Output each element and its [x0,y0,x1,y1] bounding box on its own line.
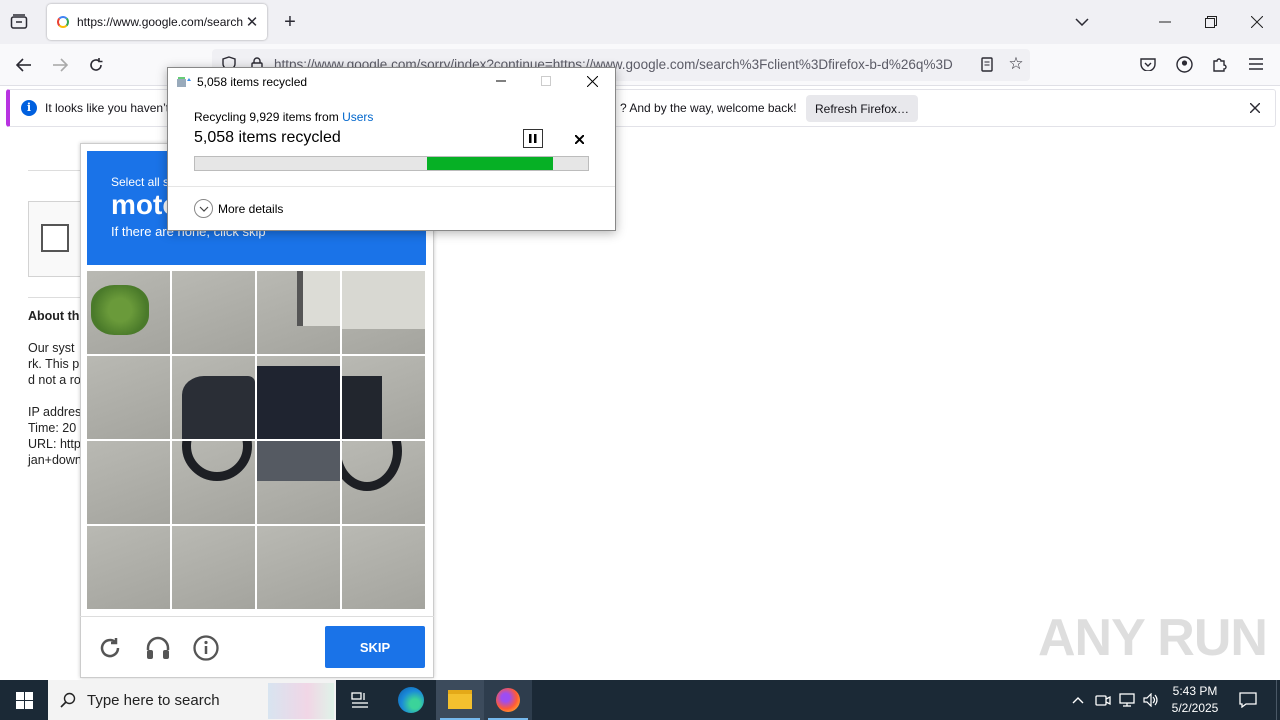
divider [28,170,88,171]
firefox-icon [496,688,520,712]
search-placeholder: Type here to search [87,691,220,709]
recycle-bin-icon [176,75,192,88]
close-notification-icon[interactable] [1246,99,1264,117]
captcha-tile[interactable] [172,441,255,524]
notification-text-right: ? And by the way, welcome back! [620,101,797,115]
dialog-minimize-icon[interactable] [492,73,510,89]
meta-line: IP addres [28,405,82,419]
captcha-tile[interactable] [342,271,425,354]
task-view-icon[interactable] [349,690,371,710]
notification-text-left: It looks like you haven’t [45,101,170,115]
captcha-image-grid [87,271,425,609]
divider [28,297,88,298]
account-icon[interactable] [1174,54,1194,74]
show-desktop-button[interactable] [1276,680,1280,720]
bookmark-star-icon[interactable]: ☆ [1006,54,1026,74]
recycle-progress-bar [194,156,589,171]
menu-hamburger-icon[interactable] [1246,54,1266,74]
volume-icon[interactable] [1142,691,1160,709]
meta-line: URL: http [28,437,81,451]
captcha-tile[interactable] [172,526,255,609]
edge-browser-icon[interactable] [398,687,424,713]
close-tab-icon[interactable]: ✕ [245,13,259,31]
new-tab-icon[interactable]: + [280,11,300,33]
body-line: rk. This p [28,357,80,371]
network-icon[interactable] [1118,691,1136,709]
users-folder-link[interactable]: Users [342,110,373,124]
reload-icon[interactable] [86,55,106,75]
restore-window-icon[interactable] [1201,12,1221,32]
captcha-tile[interactable] [172,271,255,354]
chevron-down-icon[interactable] [194,199,213,218]
clock-time: 5:43 PM [1172,684,1218,698]
dialog-title: 5,058 items recycled [197,75,308,89]
audio-challenge-icon[interactable] [144,634,172,662]
captcha-tile[interactable] [257,526,340,609]
captcha-tile[interactable] [342,441,425,524]
forward-icon[interactable] [50,55,70,75]
meta-line: Time: 20 [28,421,77,435]
reload-challenge-icon[interactable] [96,634,124,662]
cancel-icon[interactable] [571,131,587,147]
captcha-tile[interactable] [87,441,170,524]
clock-date: 5/2/2025 [1171,701,1219,715]
body-line: d not a ro [28,373,81,387]
search-icon [60,692,76,708]
dialog-close-icon[interactable] [583,73,601,89]
firefox-taskbar-item[interactable] [484,680,532,720]
list-tabs-chevron-icon[interactable] [1072,12,1092,32]
help-info-icon[interactable] [192,634,220,662]
system-clock[interactable]: 5:43 PM 5/2/2025 [1160,683,1230,717]
tab-title: https://www.google.com/search [77,15,244,29]
refresh-firefox-button[interactable]: Refresh Firefox… [806,95,918,122]
show-hidden-icons-chevron-icon[interactable] [1070,692,1086,708]
pocket-icon[interactable] [1138,54,1158,74]
anyrun-watermark: ANY RUN [1038,609,1268,667]
about-heading: About th [28,309,80,323]
captcha-tile[interactable] [87,526,170,609]
file-explorer-taskbar-item[interactable] [436,680,484,720]
instruction-small: Select all s [111,175,170,189]
back-icon[interactable] [14,55,34,75]
pause-icon[interactable] [523,129,543,148]
body-line: Our syst [28,341,75,355]
meet-now-icon[interactable] [1094,691,1112,709]
windows-start-icon[interactable] [14,690,34,710]
captcha-tile[interactable] [257,441,340,524]
tab-google-search[interactable]: https://www.google.com/search ✕ [47,4,267,40]
minimize-window-icon[interactable] [1155,12,1175,32]
captcha-tile[interactable] [87,356,170,439]
captcha-tile[interactable] [87,271,170,354]
recycling-count-text: Recycling 9,929 items from [194,110,343,124]
close-window-icon[interactable] [1247,12,1267,32]
recycling-source-text: Recycling 9,929 items from Users [194,110,373,124]
info-icon: i [21,100,37,116]
google-favicon-icon [57,16,69,28]
dialog-maximize-icon [537,73,555,89]
reader-view-icon[interactable] [978,55,996,73]
search-highlight-image [268,683,334,719]
notification-center-icon[interactable] [1238,690,1258,710]
divider [80,616,434,617]
skip-button[interactable]: SKIP [325,626,425,668]
meta-line: jan+down [28,453,82,467]
tab-overview-icon[interactable] [8,12,30,32]
progress-fill [426,157,553,170]
recaptcha-checkbox[interactable] [41,224,69,252]
extensions-icon[interactable] [1210,54,1230,74]
folder-icon [448,690,472,709]
captcha-tile[interactable] [342,356,425,439]
captcha-tile[interactable] [342,526,425,609]
captcha-tile[interactable] [257,271,340,354]
more-details-toggle[interactable]: More details [218,202,283,216]
recycle-status: 5,058 items recycled [194,129,341,146]
captcha-tile[interactable] [257,356,340,439]
divider [168,186,615,187]
captcha-tile[interactable] [172,356,255,439]
